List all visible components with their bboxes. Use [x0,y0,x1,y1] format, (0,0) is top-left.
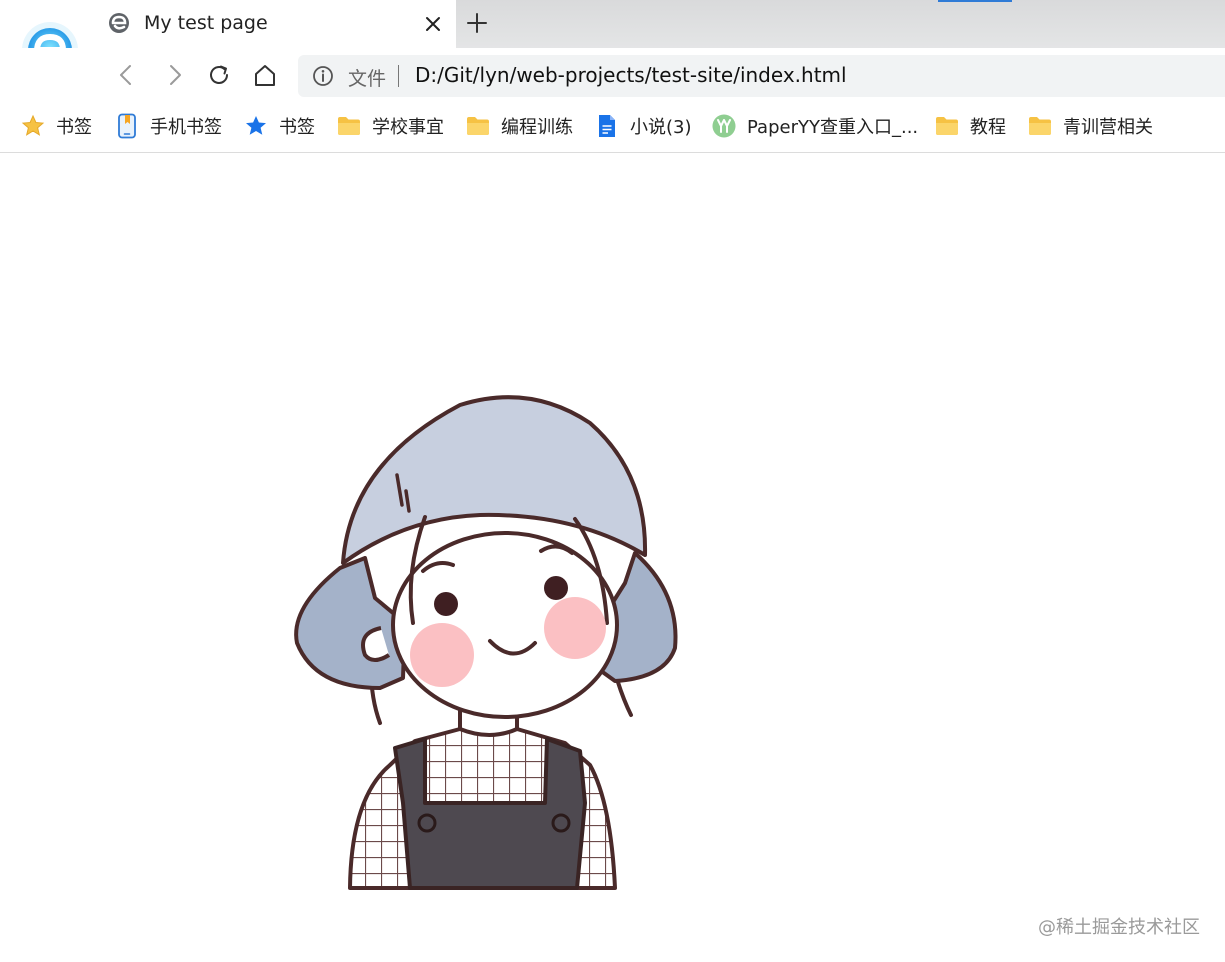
bookmark-label: 学校事宜 [372,117,444,138]
site-info-icon[interactable] [312,65,334,87]
bookmark-label: 教程 [970,117,1006,138]
folder-icon [936,117,958,135]
new-tab-icon[interactable] [464,10,490,36]
tab-active[interactable]: My test page [96,0,456,48]
navigation-bar: 文件 [0,48,1225,100]
folder-icon [338,117,360,135]
forward-icon[interactable] [161,62,187,88]
bookmark-label: PaperYY查重入口_... [747,117,919,138]
back-icon[interactable] [114,62,140,88]
home-icon[interactable] [252,62,278,88]
bookmark-label: 小说(3) [630,117,692,138]
document-icon [599,115,615,137]
bookmark-label: 手机书签 [150,117,222,138]
address-scheme-label: 文件 [348,68,387,90]
blue-star-icon [246,116,266,135]
bookmark-label: 书签 [56,117,92,138]
bookmark-label: 青训营相关 [1063,117,1153,138]
phone-bookmark-icon [118,113,136,139]
browser-window: My test page 文件 D:/Git/lyn/web-projects/… [0,0,1225,962]
address-bar[interactable]: 文件 [298,55,1225,97]
folder-icon [1029,117,1051,135]
title-bar-accent [938,0,1012,2]
edge-favicon-icon [109,13,129,33]
watermark-text: @稀土掘金技术社区 [1038,917,1200,938]
reload-icon[interactable] [206,62,232,88]
address-divider [398,65,399,87]
page-content: @稀土掘金技术社区 [0,153,1225,962]
folder-icon [467,117,489,135]
url-input[interactable] [415,63,1195,87]
star-icon [21,114,45,136]
bookmarks-bar: 书签 手机书签 书签 学校事宜 编程训练 小说(3) PaperYY查重入口_.… [0,100,1225,153]
tab-title: My test page [144,12,268,34]
paperyy-icon [712,114,736,138]
bookmark-label: 编程训练 [501,117,573,138]
bookmark-label: 书签 [279,117,315,138]
close-tab-icon[interactable] [420,11,446,37]
cartoon-girl-image [294,395,678,890]
